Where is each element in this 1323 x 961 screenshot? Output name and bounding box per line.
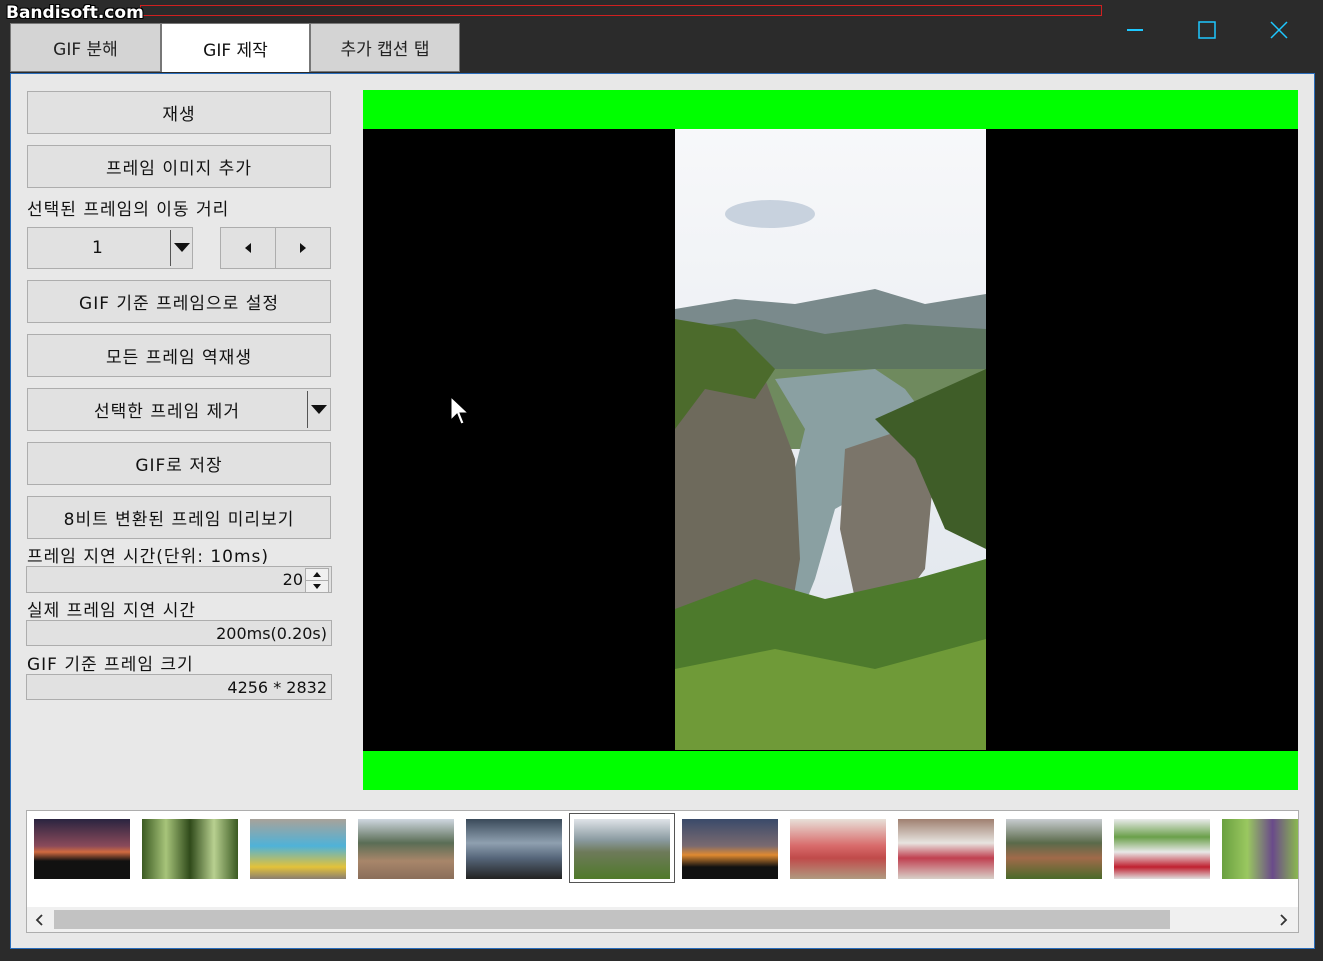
tab-extra-caption[interactable]: 추가 캡션 탭 [310, 23, 460, 72]
frame-thumbnail[interactable] [1222, 819, 1298, 879]
frame-thumbnail-strip[interactable] [26, 810, 1299, 933]
chevron-down-icon [174, 243, 190, 252]
save-gif-button[interactable]: GIF로 저장 [27, 442, 331, 485]
gif-preview[interactable] [363, 90, 1298, 790]
frame-thumbnail[interactable] [358, 819, 454, 879]
actual-delay-label: 실제 프레임 지연 시간 [27, 601, 196, 621]
stepper-down-button[interactable] [305, 580, 329, 593]
scrollbar-thumb[interactable] [54, 910, 1170, 929]
mouse-cursor-icon [450, 396, 470, 425]
tab-gif-decompose[interactable]: GIF 분해 [10, 23, 161, 72]
arrow-right-icon [300, 243, 306, 253]
remove-selected-frame-button[interactable]: 선택한 프레임 제거 [27, 388, 331, 431]
preview-frame-image [675, 129, 986, 750]
maximize-button[interactable] [1187, 10, 1227, 50]
frame-thumbnail[interactable] [1114, 819, 1210, 879]
play-button[interactable]: 재생 [27, 91, 331, 134]
close-icon [1270, 21, 1288, 39]
base-size-label: GIF 기준 프레임 크기 [27, 655, 194, 675]
move-distance-value: 1 [92, 238, 104, 258]
move-distance-label: 선택된 프레임의 이동 거리 [27, 200, 230, 220]
scroll-right-icon[interactable] [1280, 914, 1288, 926]
tab-gif-create[interactable]: GIF 제작 [161, 23, 310, 72]
frame-thumbnail[interactable] [250, 819, 346, 879]
arrow-down-icon [313, 584, 321, 589]
frame-thumbnail[interactable] [1006, 819, 1102, 879]
dropdown-divider [170, 230, 171, 266]
frame-thumbnail[interactable] [682, 819, 778, 879]
arrow-left-icon [245, 243, 251, 253]
reverse-all-frames-button[interactable]: 모든 프레임 역재생 [27, 334, 331, 377]
frame-thumbnail[interactable] [898, 819, 994, 879]
move-right-button[interactable] [275, 227, 331, 269]
move-left-button[interactable] [220, 227, 276, 269]
delay-label: 프레임 지연 시간(단위: 10ms) [27, 547, 270, 567]
chevron-down-icon[interactable] [311, 405, 327, 415]
set-base-frame-button[interactable]: GIF 기준 프레임으로 설정 [27, 280, 331, 323]
close-button[interactable] [1259, 10, 1299, 50]
add-frame-button[interactable]: 프레임 이미지 추가 [27, 145, 331, 188]
minimize-icon [1127, 29, 1143, 31]
letterbox-bottom [363, 751, 1298, 790]
watermark: Bandisoft.com [6, 3, 144, 23]
frame-thumbnail[interactable] [142, 819, 238, 879]
frame-thumbnail[interactable] [466, 819, 562, 879]
horizontal-scrollbar[interactable] [27, 907, 1298, 932]
frame-thumbnail[interactable] [34, 819, 130, 879]
preview-8bit-button[interactable]: 8비트 변환된 프레임 미리보기 [27, 496, 331, 539]
split-divider [307, 391, 308, 428]
capture-region-outline [140, 5, 1102, 16]
base-size-field: 4256 * 2832 [26, 674, 332, 700]
delay-stepper[interactable]: 20 [26, 566, 332, 593]
delay-value: 20 [282, 570, 303, 589]
frame-thumbnail[interactable] [790, 819, 886, 879]
remove-selected-frame-label: 선택한 프레임 제거 [94, 402, 240, 422]
actual-delay-field: 200ms(0.20s) [26, 620, 332, 646]
frame-thumbnail-selected[interactable] [574, 819, 670, 879]
maximize-icon [1198, 21, 1216, 39]
arrow-up-icon [313, 572, 321, 577]
minimize-button[interactable] [1115, 10, 1155, 50]
move-distance-dropdown[interactable]: 1 [27, 227, 193, 269]
scroll-left-icon[interactable] [35, 914, 43, 926]
letterbox-top [363, 90, 1298, 129]
